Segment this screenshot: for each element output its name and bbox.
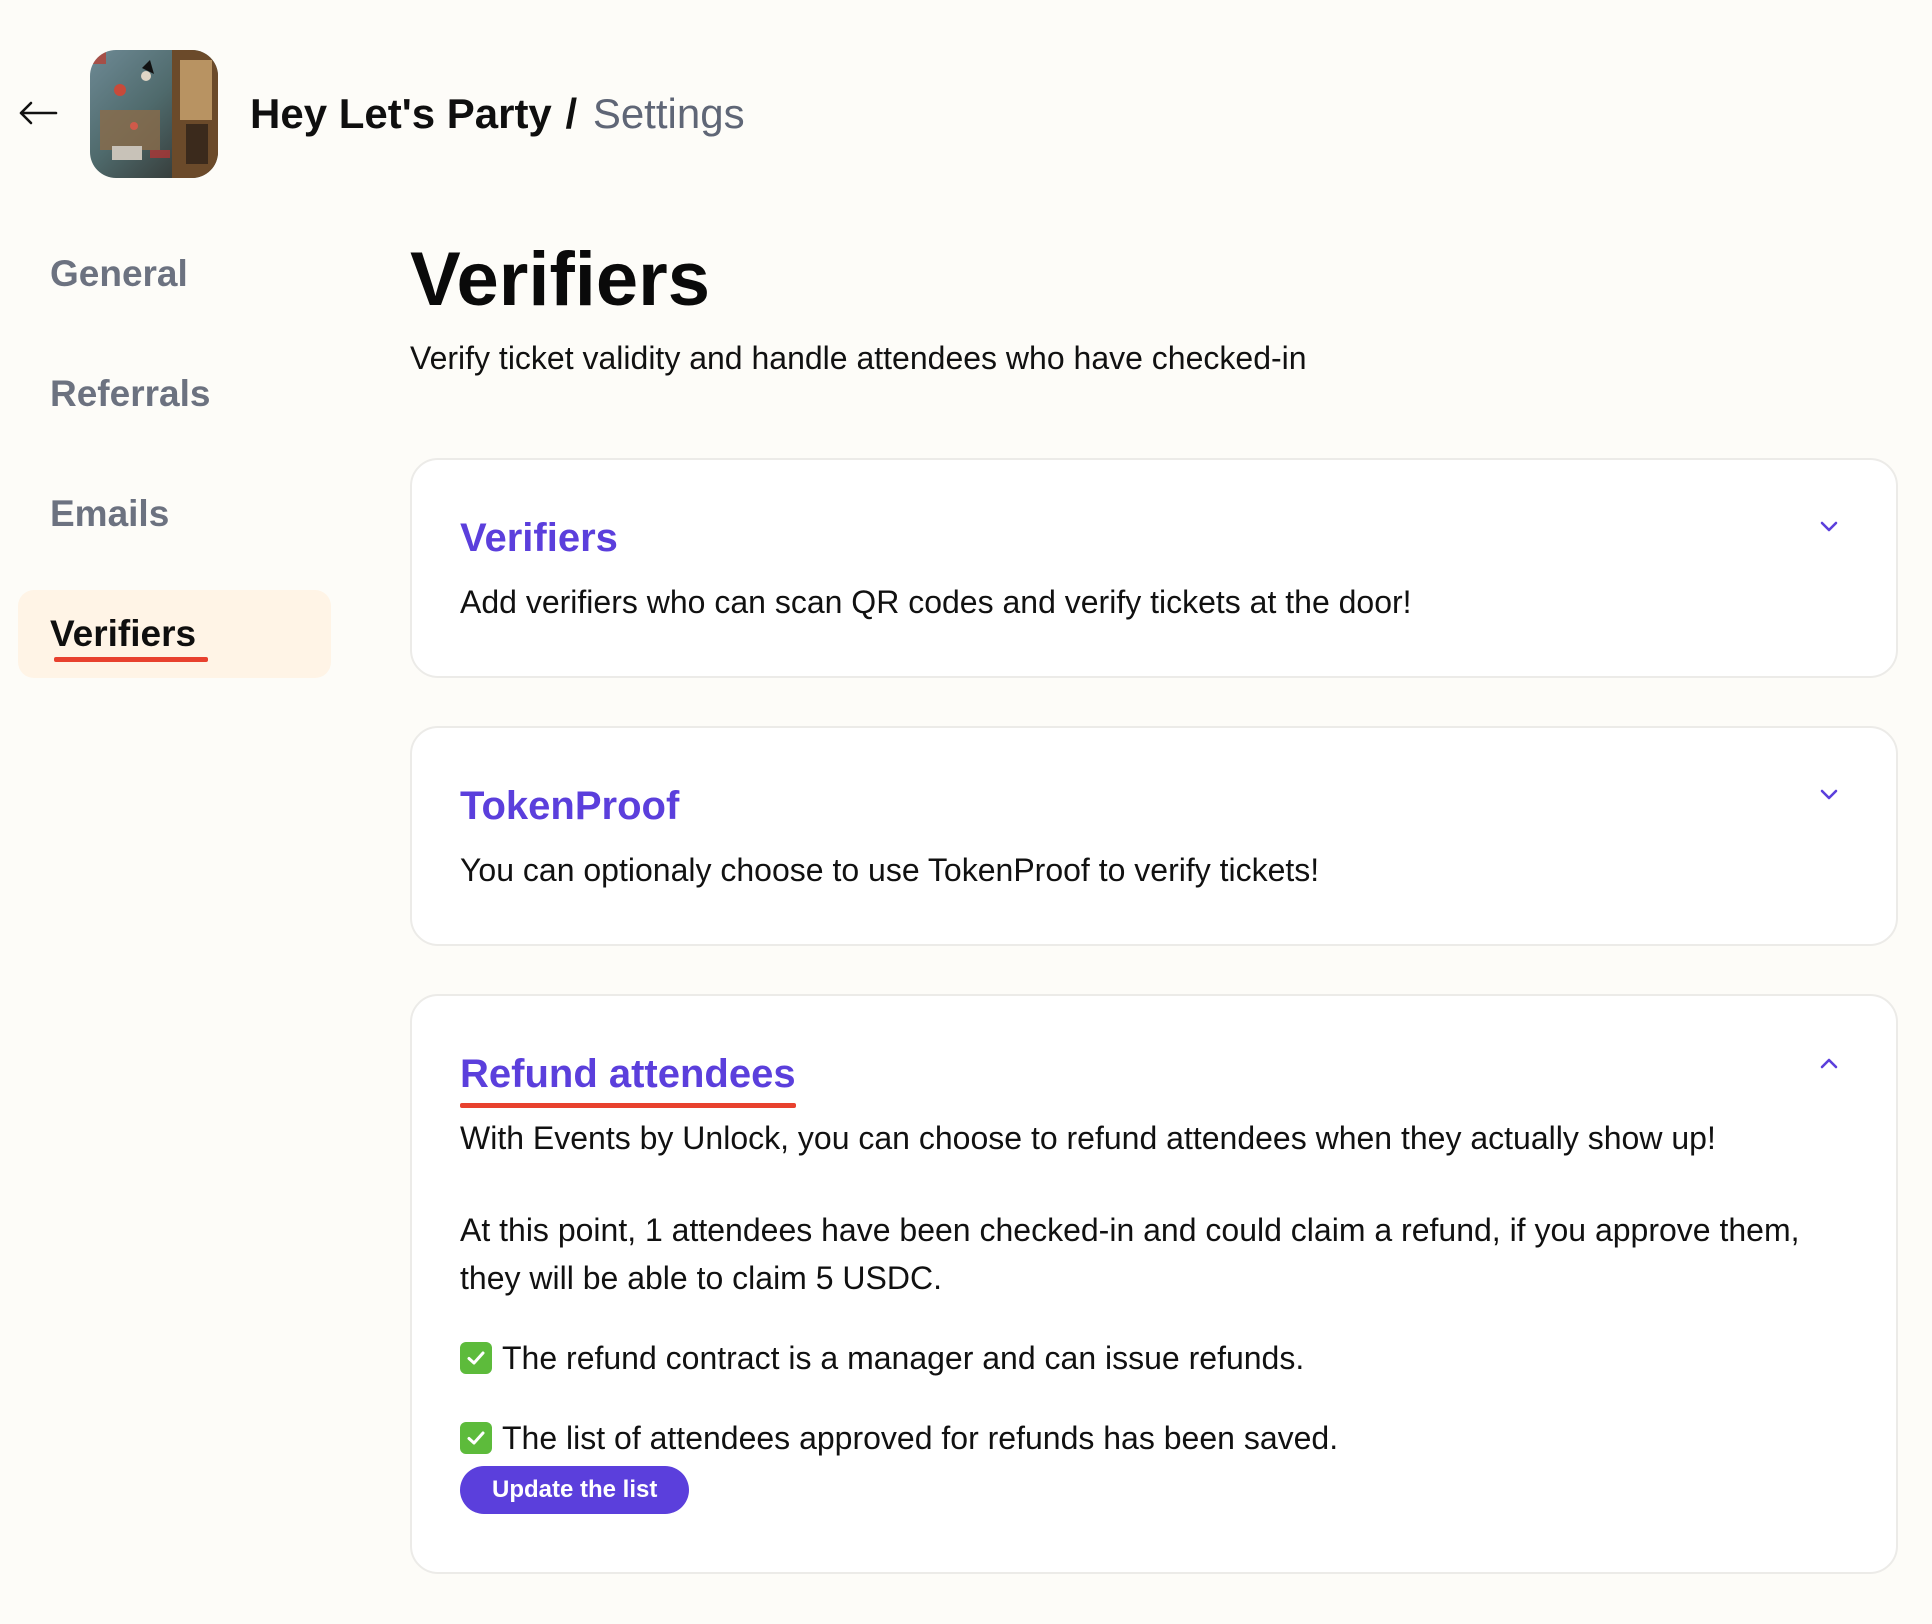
breadcrumb: Hey Let's Party / Settings [250, 84, 745, 144]
card-title-text: Refund attendees [460, 1052, 796, 1096]
header: Hey Let's Party / Settings [0, 0, 1932, 200]
refund-attendees-card: Refund attendees With Events by Unlock, … [410, 994, 1898, 1574]
verifiers-card: Verifiers Add verifiers who can scan QR … [410, 458, 1898, 678]
sidebar-item-verifiers[interactable]: Verifiers [18, 590, 331, 678]
refund-card-body: At this point, 1 attendees have been che… [460, 1206, 1860, 1514]
sidebar-item-label: Emails [50, 493, 170, 534]
check-item: The list of attendees approved for refun… [460, 1414, 1860, 1462]
breadcrumb-event-name[interactable]: Hey Let's Party [250, 90, 552, 137]
active-underline [54, 657, 208, 662]
update-list-button[interactable]: Update the list [460, 1466, 690, 1514]
check-mark-icon [460, 1342, 492, 1374]
sidebar-item-general[interactable]: General [18, 230, 331, 318]
main-content: Verifiers Verify ticket validity and han… [410, 230, 1900, 1574]
card-description: With Events by Unlock, you can choose to… [460, 1120, 1716, 1156]
page-subtitle: Verify ticket validity and handle attend… [410, 340, 1307, 376]
tokenproof-card: TokenProof You can optionaly choose to u… [410, 726, 1898, 946]
arrow-left-icon [19, 101, 58, 125]
refund-status-paragraph: At this point, 1 attendees have been che… [460, 1212, 1800, 1296]
card-description: Add verifiers who can scan QR codes and … [460, 584, 1412, 620]
sidebar-item-label: Verifiers [50, 613, 197, 654]
chevron-down-icon[interactable] [1814, 780, 1844, 810]
card-title[interactable]: Verifiers [460, 510, 618, 566]
chevron-down-icon[interactable] [1814, 512, 1844, 542]
breadcrumb-separator: / [565, 90, 578, 137]
check-item-text: The list of attendees approved for refun… [502, 1420, 1339, 1456]
sidebar-item-emails[interactable]: Emails [18, 470, 331, 558]
breadcrumb-page: Settings [592, 90, 745, 137]
check-item-text: The refund contract is a manager and can… [502, 1340, 1305, 1376]
check-mark-icon [460, 1422, 492, 1454]
page-title: Verifiers [410, 237, 710, 322]
chevron-up-icon[interactable] [1814, 1048, 1844, 1078]
sidebar-item-label: General [50, 253, 188, 294]
event-thumbnail[interactable] [90, 50, 218, 178]
back-button[interactable] [14, 92, 62, 134]
sidebar-item-label: Referrals [50, 373, 211, 414]
event-image [90, 50, 218, 178]
card-title[interactable]: TokenProof [460, 778, 679, 834]
active-underline [460, 1103, 796, 1108]
settings-sidebar: General Referrals Emails Verifiers [18, 230, 331, 710]
card-title[interactable]: Refund attendees [460, 1046, 796, 1108]
card-description: You can optionaly choose to use TokenPro… [460, 852, 1320, 888]
check-item: The refund contract is a manager and can… [460, 1334, 1860, 1382]
sidebar-item-referrals[interactable]: Referrals [18, 350, 331, 438]
